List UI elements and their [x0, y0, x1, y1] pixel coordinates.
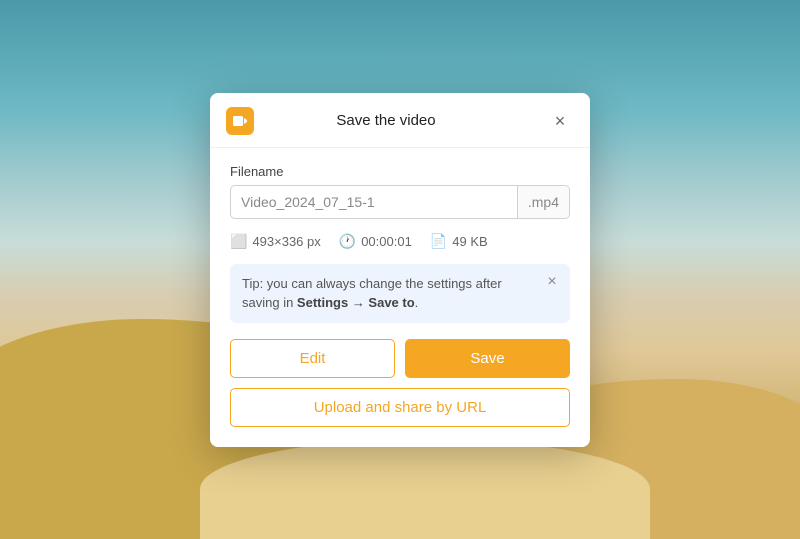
filename-label: Filename: [230, 164, 570, 179]
tip-box: Tip: you can always change the settings …: [230, 264, 570, 323]
dialog-overlay: Save the video × Filename .mp4 ⬜ 493×336…: [0, 0, 800, 539]
filename-extension: .mp4: [517, 186, 569, 218]
meta-duration: 🕐 00:00:01: [339, 233, 412, 250]
meta-row: ⬜ 493×336 px 🕐 00:00:01 📄 49 KB: [230, 233, 570, 250]
save-dialog: Save the video × Filename .mp4 ⬜ 493×336…: [210, 93, 590, 447]
dialog-title: Save the video: [226, 112, 546, 129]
dimensions-value: 493×336 px: [252, 234, 320, 249]
close-button[interactable]: ×: [546, 107, 574, 135]
dialog-body: Filename .mp4 ⬜ 493×336 px 🕐 00:00:01 📄 …: [210, 148, 590, 447]
dimensions-icon: ⬜: [230, 233, 247, 250]
tip-bold: Settings → Save to: [297, 295, 415, 310]
meta-dimensions: ⬜ 493×336 px: [230, 233, 321, 250]
edit-button[interactable]: Edit: [230, 339, 395, 378]
upload-button[interactable]: Upload and share by URL: [230, 388, 570, 427]
tip-suffix: .: [415, 295, 419, 310]
tip-text: Tip: you can always change the settings …: [242, 276, 502, 311]
filename-field-row: .mp4: [230, 185, 570, 219]
primary-buttons-row: Edit Save: [230, 339, 570, 378]
filename-input[interactable]: [231, 186, 517, 218]
duration-icon: 🕐: [339, 233, 356, 250]
save-button[interactable]: Save: [405, 339, 570, 378]
size-value: 49 KB: [452, 234, 487, 249]
duration-value: 00:00:01: [361, 234, 412, 249]
size-icon: 📄: [430, 233, 447, 250]
dialog-header: Save the video ×: [210, 93, 590, 148]
tip-close-button[interactable]: ×: [542, 272, 562, 292]
meta-size: 📄 49 KB: [430, 233, 488, 250]
